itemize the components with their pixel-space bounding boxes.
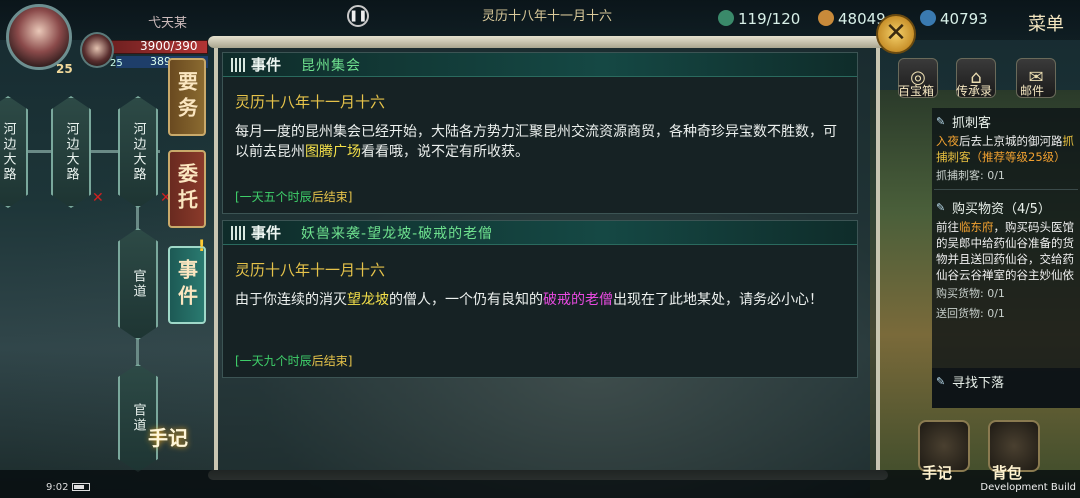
event-date: 灵历十八年十一月十六 [235, 261, 386, 279]
tab-shijian[interactable]: 事件 [168, 246, 206, 324]
bottom-bar [0, 470, 1080, 498]
quest-progress: 送回货物: 0/1 [936, 307, 1005, 320]
event-card[interactable]: 事件 妖兽来袭-望龙坡-破戒的老僧 灵历十八年十一月十六 由于你连续的消灭望龙坡… [222, 220, 858, 378]
journal-label[interactable]: 手记 [148, 422, 188, 451]
blocked-x-icon: ✕ [92, 190, 104, 206]
event-location-link[interactable]: 图腾广场 [305, 144, 361, 160]
inheritance-label: 传承录 [956, 84, 993, 98]
tab-weituo[interactable]: 委托 [168, 150, 206, 228]
route-node[interactable]: 河边大路 [0, 96, 28, 208]
event-location-link[interactable]: 望龙坡 [347, 292, 389, 308]
player-level: 25 [56, 62, 73, 76]
event-title: 昆州集会 [301, 57, 362, 74]
quest-description: 入夜后去上京城的御河路抓捕刺客（推荐等级25级） [932, 133, 1080, 165]
battery-icon [72, 483, 90, 491]
silver-value: 40793 [940, 10, 988, 28]
quest-description: 前往临东府，购买码头医馆的吴郎中给药仙谷准备的货物并且送回药仙谷，交给药仙谷云谷… [932, 219, 1080, 283]
stamina-icon [718, 10, 734, 26]
scroll-icon [231, 57, 245, 72]
event-text: 出现在了此地某处，请务必小心！ [613, 292, 823, 308]
copper-counter[interactable]: 48049 [818, 10, 886, 28]
companion-level: 25 [110, 58, 123, 69]
event-card-header: 事件 昆州集会 [223, 53, 857, 77]
route-node[interactable]: 官道 [118, 364, 158, 472]
quest-title: 寻找下落 [952, 376, 1005, 391]
stamina-value: 119/120 [738, 10, 801, 28]
event-npc-link[interactable]: 破戒的老僧 [543, 292, 613, 308]
event-countdown-suffix: 后结束] [311, 190, 353, 204]
system-clock: 9:02 [46, 482, 69, 493]
event-date: 灵历十八年十一月十六 [235, 93, 386, 111]
quest-progress: 抓捕刺客: 0/1 [936, 169, 1005, 182]
quest-title: 购买物资（4/5） [952, 202, 1051, 217]
companion-avatar[interactable] [80, 32, 114, 68]
quest-highlight: 入夜 [936, 134, 959, 148]
quest-entry[interactable]: ✎ 寻找下落 [932, 368, 1080, 408]
tab-yaowu[interactable]: 要务 [168, 58, 206, 136]
alert-icon: ! [198, 236, 206, 255]
date-banner: 灵历十八年十一月十六 [482, 9, 613, 24]
journal-button-label: 手记 [922, 464, 953, 482]
pause-button[interactable]: ❚❚ [347, 5, 369, 27]
event-text: 看看哦，说不定有所收获。 [361, 144, 529, 160]
mail-label: 邮件 [1020, 84, 1045, 98]
event-title: 妖兽来袭-望龙坡-破戒的老僧 [301, 225, 494, 242]
player-avatar[interactable] [6, 4, 72, 70]
divider [934, 189, 1078, 190]
event-text: 的僧人，一个仍有良知的 [389, 292, 543, 308]
event-countdown: [一天九个时辰后结束] [235, 352, 352, 369]
event-description: 每月一度的昆州集会已经开始，大陆各方势力汇聚昆州交流资源商贸，各种奇珍异宝数不胜… [235, 122, 841, 162]
event-card[interactable]: 事件 昆州集会 灵历十八年十一月十六 每月一度的昆州集会已经开始，大陆各方势力汇… [222, 52, 858, 214]
event-card-header: 事件 妖兽来袭-望龙坡-破戒的老僧 [223, 221, 857, 245]
quest-icon: ✎ [936, 114, 946, 128]
quest-tracker: ✎ 抓刺客 入夜后去上京城的御河路抓捕刺客（推荐等级25级） 抓捕刺客: 0/1 … [932, 108, 1080, 408]
quest-title: 抓刺客 [952, 116, 992, 131]
event-countdown-time: [一天九个时辰 [235, 354, 312, 368]
close-button[interactable]: ✕ [876, 14, 916, 54]
bag-button-label: 背包 [992, 464, 1023, 482]
quest-text: 前往 [936, 220, 959, 234]
quest-text: 后去上京城的御河路 [959, 134, 1063, 148]
quest-icon: ✎ [936, 374, 946, 388]
event-text: 由于你连续的消灭 [235, 292, 347, 308]
treasure-box-label: 百宝箱 [898, 84, 935, 98]
quest-highlight: 临东府 [959, 220, 994, 234]
quest-entry[interactable]: ✎ 抓刺客 入夜后去上京城的御河路抓捕刺客（推荐等级25级） 抓捕刺客: 0/1 [932, 108, 1080, 185]
coin-icon [818, 10, 834, 26]
menu-button[interactable]: 菜单 [1028, 10, 1064, 36]
event-countdown: [一天五个时辰后结束] [235, 188, 352, 205]
player-name: 弋天某 [148, 16, 188, 31]
event-kind: 事件 [251, 56, 282, 74]
route-node[interactable]: 河边大路 [118, 96, 158, 208]
event-kind: 事件 [251, 224, 282, 242]
dev-build-label: Development Build [980, 482, 1076, 493]
quest-entry[interactable]: ✎ 购买物资（4/5） 前往临东府，购买码头医馆的吴郎中给药仙谷准备的货物并且送回… [932, 194, 1080, 323]
scroll-rod-top [208, 36, 888, 48]
gem-icon [920, 10, 936, 26]
route-node[interactable]: 官道 [118, 228, 158, 340]
event-countdown-suffix: 后结束] [311, 354, 353, 368]
silver-counter[interactable]: 40793 [920, 10, 988, 28]
quest-progress: 购买货物: 0/1 [936, 287, 1005, 300]
event-countdown-time: [一天五个时辰 [235, 190, 312, 204]
quest-icon: ✎ [936, 200, 946, 214]
route-node[interactable]: 河边大路 [51, 96, 91, 208]
event-description: 由于你连续的消灭望龙坡的僧人，一个仍有良知的破戒的老僧出现在了此地某处，请务必小… [235, 290, 841, 310]
hp-text: 3900/390 [140, 39, 198, 53]
quest-highlight: （推荐等级25级） [970, 150, 1066, 164]
scroll-icon [231, 225, 245, 240]
stamina-counter[interactable]: 119/120 [718, 10, 800, 28]
